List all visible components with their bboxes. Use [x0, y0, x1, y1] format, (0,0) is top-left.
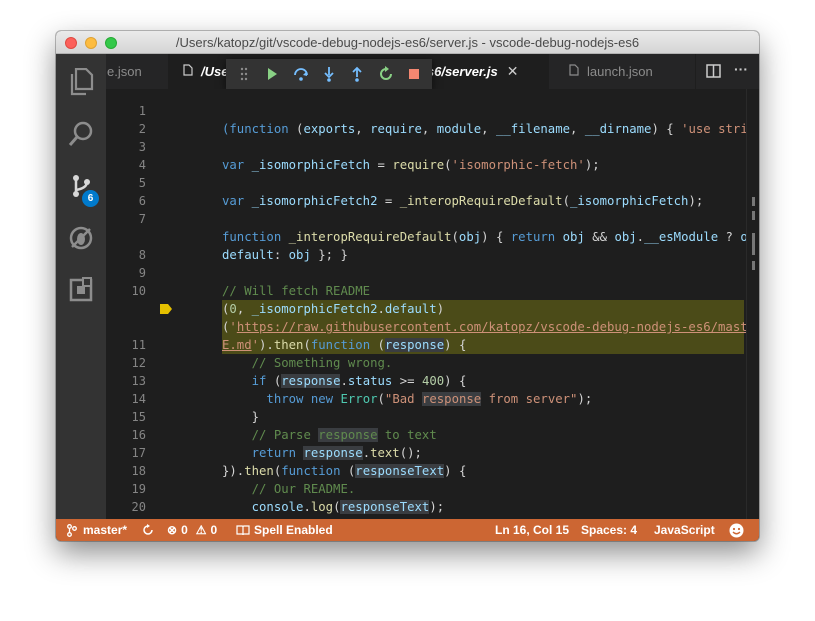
line-number: 8	[138, 248, 146, 262]
step-out-icon[interactable]	[347, 64, 367, 84]
code-line-5: var _isomorphicFetch2 = _interopRequireD…	[222, 194, 704, 208]
line-number	[106, 318, 196, 336]
line-number: 7	[138, 212, 146, 226]
overview-ruler-mark	[752, 197, 755, 206]
problems-status[interactable]: ⊗ 0 ⚠ 0	[167, 519, 217, 541]
line-number: 10	[131, 284, 146, 298]
code-line-12: if (response.status >= 400) {	[251, 374, 467, 388]
code-editor[interactable]: 123456789101112131415161718192021 (funct…	[106, 89, 759, 519]
drag-handle-icon[interactable]	[234, 64, 254, 84]
stop-icon[interactable]	[404, 64, 424, 84]
step-into-icon[interactable]	[319, 64, 339, 84]
line-number: 16	[131, 428, 146, 442]
cursor-position-status[interactable]: Ln 16, Col 15	[495, 519, 569, 541]
window-title: /Users/katopz/git/vscode-debug-nodejs-es…	[175, 35, 640, 50]
title-bar: /Users/katopz/git/vscode-debug-nodejs-es…	[56, 31, 759, 54]
breakpoint-arrow-icon[interactable]	[159, 303, 173, 315]
git-branch-status[interactable]: master*	[67, 519, 127, 541]
extensions-icon[interactable]	[56, 266, 106, 314]
code-line-13: throw new Error("Bad response from serve…	[266, 392, 593, 406]
line-number	[106, 300, 196, 318]
code-line-15: // Parse response to text	[251, 428, 437, 442]
warning-icon: ⚠	[195, 523, 207, 537]
spell-check-status[interactable]: Spell Enabled	[236, 519, 333, 541]
line-number: 13	[131, 374, 146, 388]
editor-tab-bar: e.json /Use js-es6/server.js ✕ launch.js…	[106, 54, 759, 89]
tab-launch-json[interactable]: launch.json	[549, 54, 696, 89]
file-icon	[183, 64, 193, 79]
line-number: 11	[131, 338, 146, 352]
source-control-badge: 6	[82, 190, 99, 207]
line-number: 1	[138, 104, 146, 118]
overview-ruler-mark	[752, 261, 755, 270]
line-number: 4	[138, 158, 146, 172]
debug-icon[interactable]	[56, 214, 106, 262]
code-line-10: (0, _isomorphicFetch2.default)	[222, 302, 445, 316]
code-line-7: function _interopRequireDefault(obj) { r…	[222, 230, 759, 244]
spell-label: Spell Enabled	[254, 523, 333, 537]
line-number: 9	[138, 266, 146, 280]
continue-icon[interactable]	[262, 64, 282, 84]
code-line-17: }).then(function (responseText) {	[222, 464, 467, 478]
search-icon[interactable]	[56, 110, 106, 158]
line-number: 12	[131, 356, 146, 370]
vscode-window: /Users/katopz/git/vscode-debug-nodejs-es…	[56, 31, 759, 541]
explorer-icon[interactable]	[56, 58, 106, 106]
activity-bar: 6	[56, 54, 106, 519]
tab-label: launch.json	[587, 64, 653, 79]
git-branch-icon	[67, 523, 77, 537]
line-number: 2	[138, 122, 146, 136]
overview-ruler-mark	[752, 233, 755, 255]
line-number: 20	[131, 500, 146, 514]
line-number: 5	[138, 176, 146, 190]
more-actions-icon[interactable]: ···	[734, 62, 750, 78]
line-number: 19	[131, 482, 146, 496]
feedback-smiley-icon[interactable]	[729, 519, 744, 541]
restart-icon[interactable]	[376, 64, 396, 84]
warning-count: 0	[210, 523, 218, 537]
line-number	[106, 228, 196, 246]
indentation-status[interactable]: Spaces: 4	[581, 519, 637, 541]
line-number: 17	[131, 446, 146, 460]
code-line-18: // Our README.	[251, 482, 356, 496]
book-icon	[236, 524, 250, 535]
line-number: 15	[131, 410, 146, 424]
step-over-icon[interactable]	[291, 64, 311, 84]
source-control-icon[interactable]: 6	[56, 162, 106, 210]
debug-toolbar	[226, 59, 432, 89]
code-line-1: (function (exports, require, module, __f…	[222, 122, 759, 136]
code-line-7-wrap: default: obj }; }	[222, 248, 348, 262]
code-line-10-wrap-1: ('https://raw.githubusercontent.com/kato…	[222, 320, 759, 334]
tab-label: e.json	[107, 64, 142, 79]
code-line-10-wrap-2: E.md').then(function (response) {	[222, 338, 467, 352]
code-line-11: // Something wrong.	[251, 356, 393, 370]
line-number: 6	[138, 194, 146, 208]
code-line-9: // Will fetch README	[222, 284, 371, 298]
close-tab-icon[interactable]: ✕	[507, 63, 519, 80]
error-icon: ⊗	[167, 523, 178, 537]
code-line-19: console.log(responseText);	[251, 500, 445, 514]
tab-label-left: /Use	[201, 64, 229, 79]
split-editor-icon[interactable]	[706, 64, 721, 78]
code-line-14: }	[222, 410, 260, 424]
sync-icon[interactable]	[142, 519, 154, 541]
language-mode-status[interactable]: JavaScript	[654, 519, 715, 541]
line-number: 18	[131, 464, 146, 478]
overview-ruler-mark	[752, 211, 755, 220]
status-bar: master* ⊗ 0 ⚠ 0 Spell Enabled Ln 16, Col…	[56, 519, 759, 541]
tab-package-json[interactable]: e.json	[106, 54, 169, 89]
file-icon	[569, 64, 579, 79]
error-count: 0	[181, 523, 188, 537]
editor-scrollbar[interactable]	[746, 89, 759, 519]
branch-name: master*	[83, 523, 128, 537]
line-number: 3	[138, 140, 146, 154]
code-line-16: return response.text();	[251, 446, 422, 460]
line-number: 14	[131, 392, 146, 406]
code-line-3: var _isomorphicFetch = require('isomorph…	[222, 158, 600, 172]
